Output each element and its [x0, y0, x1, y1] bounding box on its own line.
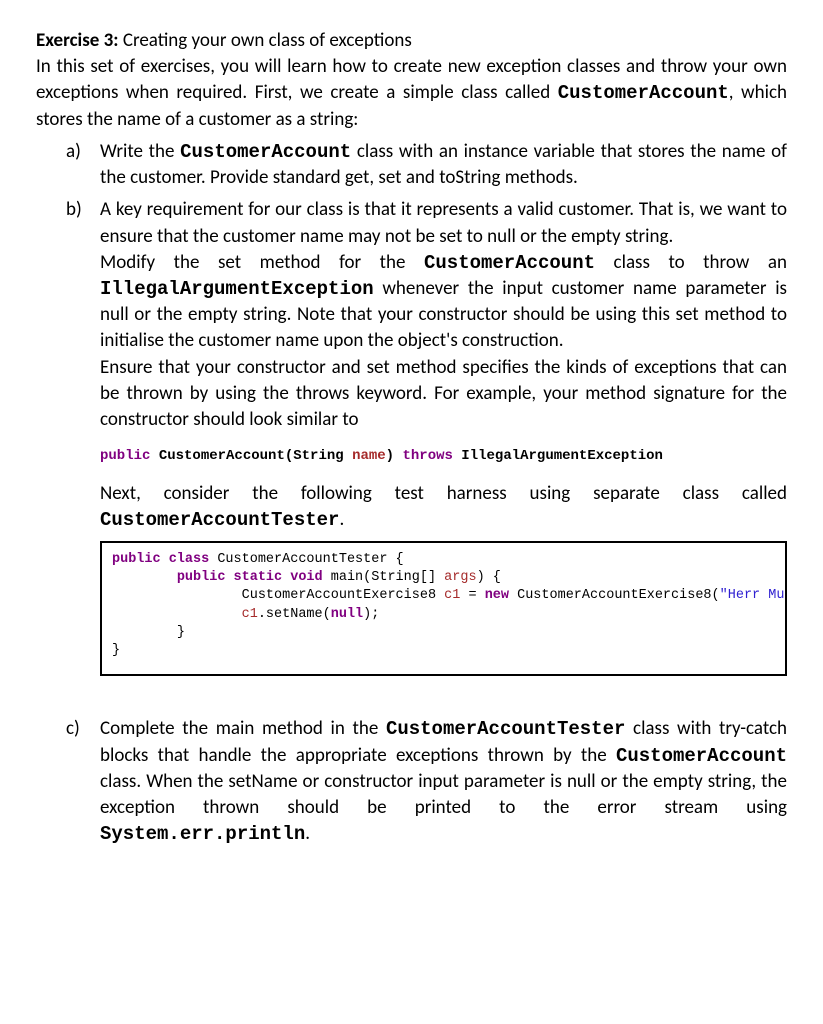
item-b-p2-c2: IllegalArgumentException: [100, 278, 374, 300]
item-a: a) Write the CustomerAccount class with …: [66, 139, 787, 191]
exercise-title-rest: Creating your own class of exceptions: [119, 29, 412, 52]
item-a-marker: a): [66, 139, 81, 165]
item-b: b) A key requirement for our class is th…: [66, 197, 787, 676]
item-b-p1: A key requirement for our class is that …: [100, 198, 787, 247]
item-c-t4: .: [305, 822, 310, 845]
item-a-c1: CustomerAccount: [180, 141, 351, 163]
item-b-p2-c1: CustomerAccount: [424, 252, 595, 274]
intro-code: CustomerAccount: [558, 82, 729, 104]
item-b-p2-t1: Modify the set method for the: [100, 251, 424, 274]
item-b-marker: b): [66, 197, 82, 223]
item-c-marker: c): [66, 716, 80, 742]
exercise-title-bold: Exercise 3:: [36, 29, 119, 52]
item-b-p3: Ensure that your constructor and set met…: [100, 356, 787, 431]
exercise-list: a) Write the CustomerAccount class with …: [66, 139, 787, 848]
item-b-p4-t2: .: [339, 508, 344, 531]
code-box: public class CustomerAccountTester { pub…: [100, 541, 787, 676]
exercise-intro: Exercise 3: Creating your own class of e…: [36, 28, 787, 133]
item-b-p2-t2: class to throw an: [595, 251, 787, 274]
item-c-t3: class. When the setName or constructor i…: [100, 770, 787, 819]
item-c-c1: CustomerAccountTester: [386, 718, 625, 740]
item-a-t1: Write the: [100, 140, 180, 163]
item-c-c2: CustomerAccount: [616, 745, 787, 767]
item-b-p4-c1: CustomerAccountTester: [100, 509, 339, 531]
item-c-c3: System.err.println: [100, 823, 305, 845]
item-c-t1: Complete the main method in the: [100, 717, 386, 740]
constructor-signature: public CustomerAccount(String name) thro…: [100, 447, 787, 466]
item-c: c) Complete the main method in the Custo…: [66, 716, 787, 847]
item-b-p4-t1: Next, consider the following test harnes…: [100, 482, 787, 505]
